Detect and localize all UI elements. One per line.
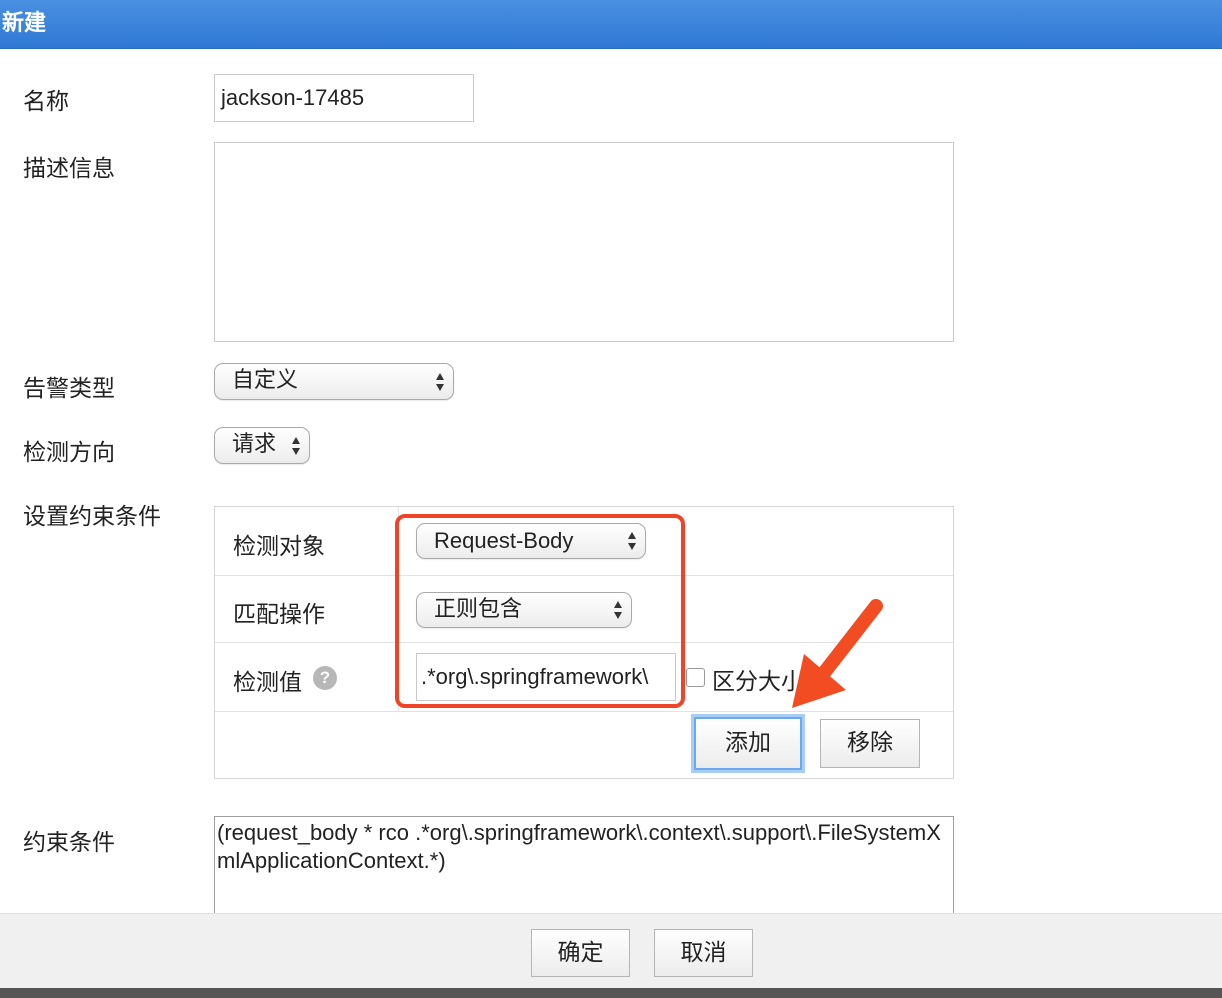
dialog-title: 新建 [2,11,47,36]
target-value: Request-Body [434,528,574,553]
target-label: 检测对象 [233,534,325,560]
alert-type-label: 告警类型 [23,376,115,402]
case-sensitive-checkbox[interactable] [686,668,705,687]
constraints-label: 约束条件 [23,830,115,856]
updown-arrows-icon [628,532,636,550]
updown-arrows-icon [436,372,444,391]
name-input[interactable]: jackson-17485 [214,74,474,122]
updown-arrows-icon [614,601,622,619]
add-button[interactable]: 添加 [694,717,802,770]
constraints-textarea[interactable]: (request_body * rco .*org\.springframewo… [214,816,954,926]
dialog-footer: 确定 取消 [0,913,1222,989]
constraints-setup-label: 设置约束条件 [23,504,161,530]
value-label: 检测值 [233,670,302,696]
bottom-strip [0,988,1222,998]
remove-button[interactable]: 移除 [820,719,920,768]
operation-value: 正则包含 [434,597,523,622]
description-textarea[interactable] [214,142,954,342]
alert-type-select[interactable]: 自定义 [214,363,454,400]
dialog-titlebar: 新建 [0,0,1222,49]
name-label: 名称 [23,89,69,115]
table-column-divider [398,507,399,711]
operation-label: 匹配操作 [233,602,325,628]
updown-arrows-icon [292,436,300,455]
confirm-button[interactable]: 确定 [531,929,630,977]
direction-label: 检测方向 [23,440,115,466]
direction-select[interactable]: 请求 [214,427,310,464]
cancel-button[interactable]: 取消 [654,929,753,977]
operation-select[interactable]: 正则包含 [416,592,632,628]
alert-type-value: 自定义 [232,368,299,393]
target-select[interactable]: Request-Body [416,523,646,559]
table-row-divider [215,575,953,576]
annotation-arrow-icon [792,599,883,708]
help-icon[interactable]: ? [313,666,337,690]
direction-value: 请求 [232,432,277,457]
description-label: 描述信息 [23,156,115,182]
value-input[interactable]: .*org\.springframework\ [416,653,676,701]
